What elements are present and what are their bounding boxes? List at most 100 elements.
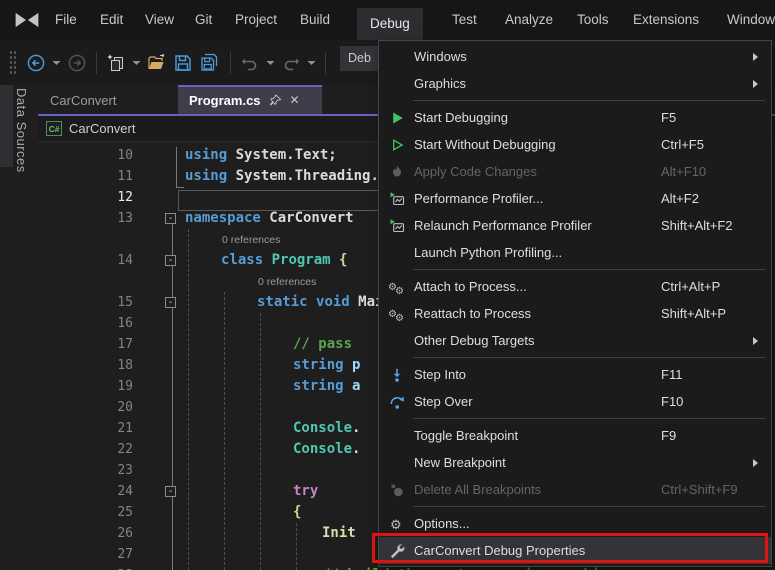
- code-text: using System.Text;: [185, 145, 337, 166]
- menu-item-start-without-debugging[interactable]: Start Without DebuggingCtrl+F5: [379, 131, 771, 158]
- menu-item-shortcut: Ctrl+F5: [661, 137, 753, 152]
- menu-item-toggle-breakpoint[interactable]: Toggle BreakpointF9: [379, 422, 771, 449]
- back-icon[interactable]: [26, 53, 46, 73]
- save-icon[interactable]: [173, 53, 193, 73]
- menu-item-label: Start Without Debugging: [414, 137, 661, 152]
- menu-git[interactable]: Git: [195, 0, 212, 40]
- debug-menu: WindowsGraphicsStart DebuggingF5Start Wi…: [378, 40, 772, 567]
- menu-item-windows[interactable]: Windows: [379, 43, 771, 70]
- data-sources-tab[interactable]: Data Sources: [14, 88, 29, 173]
- svg-text:⚙: ⚙: [395, 313, 404, 322]
- menu-separator: [413, 269, 765, 270]
- dropdown-icon[interactable]: [132, 60, 141, 66]
- menu-item-attach-to-process[interactable]: ⚙⚙Attach to Process...Ctrl+Alt+P: [379, 273, 771, 300]
- menu-item-shortcut: F9: [661, 428, 753, 443]
- menu-file[interactable]: File: [55, 0, 77, 40]
- code-text: namespace CarConvert: [185, 208, 354, 229]
- menu-item-new-breakpoint[interactable]: New Breakpoint: [379, 449, 771, 476]
- menu-separator: [413, 100, 765, 101]
- attach-to-process-icon: ⚙⚙: [379, 279, 414, 295]
- menu-item-step-over[interactable]: Step OverF10: [379, 388, 771, 415]
- solution-config-label: Deb: [348, 51, 371, 65]
- save-all-icon[interactable]: [199, 53, 221, 73]
- menu-item-start-debugging[interactable]: Start DebuggingF5: [379, 104, 771, 131]
- line-number: 18: [90, 355, 133, 376]
- apply-code-changes-icon: [379, 164, 414, 180]
- menu-build[interactable]: Build: [300, 0, 330, 40]
- menu-item-graphics[interactable]: Graphics: [379, 70, 771, 97]
- code-text: class Program {: [221, 250, 347, 271]
- menu-item-step-into[interactable]: Step IntoF11: [379, 361, 771, 388]
- menu-item-label: Start Debugging: [414, 110, 661, 125]
- breadcrumb-project[interactable]: CarConvert: [69, 121, 135, 136]
- grip-icon[interactable]: [9, 50, 20, 76]
- dropdown-icon[interactable]: [307, 60, 316, 66]
- menu-item-label: Step Into: [414, 367, 661, 382]
- csharp-project-icon: C#: [46, 121, 62, 136]
- menu-project[interactable]: Project: [235, 0, 277, 40]
- menu-edit[interactable]: Edit: [100, 0, 123, 40]
- menu-item-shortcut: F10: [661, 394, 753, 409]
- menu-item-label: Graphics: [414, 76, 661, 91]
- menu-item-delete-all-breakpoints[interactable]: Delete All BreakpointsCtrl+Shift+F9: [379, 476, 771, 503]
- forward-icon[interactable]: [67, 53, 87, 73]
- menu-extensions[interactable]: Extensions: [633, 0, 699, 40]
- menu-item-reattach-to-process[interactable]: ⚙⚙Reattach to ProcessShift+Alt+P: [379, 300, 771, 327]
- pin-icon[interactable]: [269, 94, 282, 107]
- collapse-region-icon[interactable]: -: [165, 297, 176, 308]
- submenu-arrow-icon: [753, 53, 758, 61]
- line-number: 14: [90, 250, 133, 271]
- tab-label: Program.cs: [189, 87, 261, 114]
- open-folder-icon[interactable]: [147, 53, 167, 73]
- tab-program-cs[interactable]: Program.cs ✕: [178, 85, 322, 114]
- new-project-icon[interactable]: [106, 53, 126, 73]
- svg-text:⚙: ⚙: [390, 517, 402, 532]
- menu-item-shortcut: Ctrl+Alt+P: [661, 279, 753, 294]
- undo-icon[interactable]: [240, 54, 260, 72]
- code-text: // pass: [293, 334, 352, 355]
- menu-item-label: Delete All Breakpoints: [414, 482, 661, 497]
- menu-item-other-debug-targets[interactable]: Other Debug Targets: [379, 327, 771, 354]
- line-number: 21: [90, 418, 133, 439]
- visual-studio-logo: [12, 7, 42, 33]
- menu-item-relaunch-performance-profiler[interactable]: Relaunch Performance ProfilerShift+Alt+F…: [379, 212, 771, 239]
- line-number: 11: [90, 166, 133, 187]
- line-number: 16: [90, 313, 133, 334]
- dropdown-icon[interactable]: [52, 60, 61, 66]
- menu-item-label: Windows: [414, 49, 661, 64]
- line-number: 19: [90, 376, 133, 397]
- menu-item-performance-profiler[interactable]: Performance Profiler...Alt+F2: [379, 185, 771, 212]
- menu-window[interactable]: Window: [727, 0, 775, 40]
- menu-view[interactable]: View: [145, 0, 174, 40]
- menu-tools[interactable]: Tools: [577, 0, 609, 40]
- line-number: 22: [90, 439, 133, 460]
- collapse-region-icon[interactable]: -: [165, 255, 176, 266]
- menu-separator: [413, 357, 765, 358]
- toolbar-separator: [325, 52, 326, 74]
- dropdown-icon[interactable]: [266, 60, 275, 66]
- annotation-highlight-box: [372, 533, 768, 563]
- menu-item-label: Launch Python Profiling...: [414, 245, 661, 260]
- close-icon[interactable]: ✕: [290, 87, 300, 114]
- menu-analyze[interactable]: Analyze: [505, 0, 553, 40]
- menu-item-launch-python-profiling[interactable]: Launch Python Profiling...: [379, 239, 771, 266]
- collapse-region-icon[interactable]: -: [165, 213, 176, 224]
- menu-item-label: Toggle Breakpoint: [414, 428, 661, 443]
- menu-item-shortcut: Shift+Alt+F2: [661, 218, 753, 233]
- menu-debug[interactable]: Debug: [357, 8, 423, 40]
- collapse-region-icon[interactable]: -: [165, 486, 176, 497]
- code-text: Console.: [293, 439, 360, 460]
- menu-item-shortcut: Alt+F10: [661, 164, 753, 179]
- line-number: 23: [90, 460, 133, 481]
- side-panel-strip: [0, 85, 13, 167]
- menu-item-apply-code-changes[interactable]: Apply Code ChangesAlt+F10: [379, 158, 771, 185]
- menu-item-label: Step Over: [414, 394, 661, 409]
- line-number: 28: [90, 565, 133, 570]
- menu-test[interactable]: Test: [452, 0, 477, 40]
- redo-icon[interactable]: [281, 54, 301, 72]
- menu-item-label: Apply Code Changes: [414, 164, 661, 179]
- svg-text:⚙: ⚙: [395, 286, 404, 295]
- tab-carconvert[interactable]: CarConvert: [40, 87, 146, 114]
- code-text: Init: [322, 523, 356, 544]
- menu-item-shortcut: Shift+Alt+P: [661, 306, 753, 321]
